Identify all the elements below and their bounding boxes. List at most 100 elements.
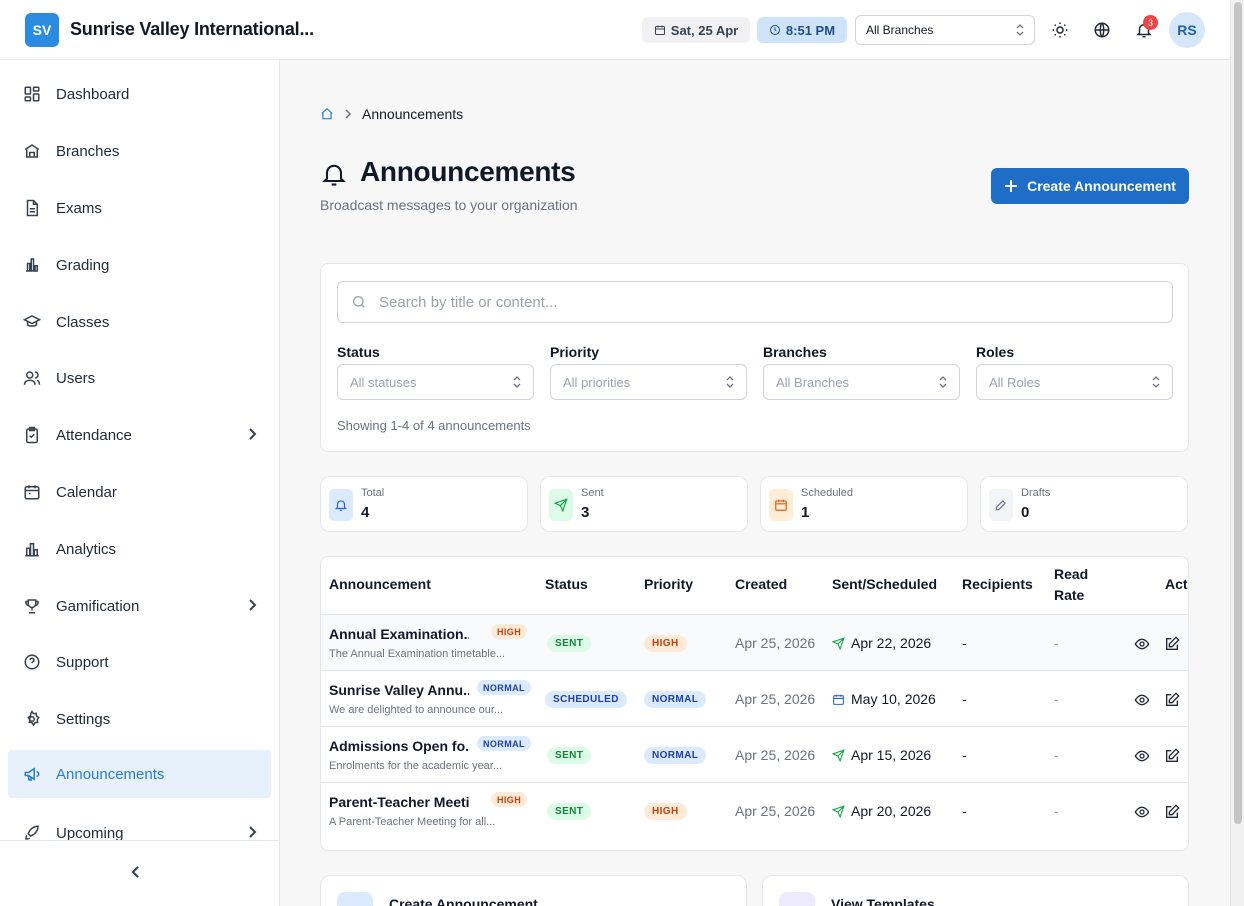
sidebar-item-label: Branches bbox=[56, 142, 120, 160]
created-date: Apr 25, 2026 bbox=[735, 691, 816, 707]
scrollbar-thumb[interactable] bbox=[1234, 2, 1242, 824]
recipients-value: - bbox=[962, 747, 967, 763]
sun-icon[interactable] bbox=[1048, 18, 1072, 42]
recipients-value: - bbox=[962, 635, 967, 651]
read-rate-value: - bbox=[1054, 691, 1059, 707]
table-row[interactable]: Sunrise Valley Annu... NORMAL We are del… bbox=[321, 671, 1188, 727]
filter-card: Search by title or content... Status All… bbox=[320, 263, 1189, 452]
sidebar-item-exams[interactable]: Exams bbox=[8, 184, 271, 232]
clock-icon bbox=[769, 24, 781, 36]
branch-select[interactable]: All Branches bbox=[855, 15, 1035, 45]
column-header-announcement[interactable]: Announcement bbox=[329, 574, 431, 595]
sidebar-item-analytics[interactable]: Analytics bbox=[8, 525, 271, 573]
eye-icon[interactable] bbox=[1134, 804, 1150, 820]
notification-count-badge: 3 bbox=[1143, 15, 1158, 30]
branches-filter-value: All Branches bbox=[776, 374, 849, 390]
sidebar-item-users[interactable]: Users bbox=[8, 354, 271, 402]
announcement-title[interactable]: Annual Examination... bbox=[329, 626, 469, 642]
sidebar-item-classes[interactable]: Classes bbox=[8, 298, 271, 346]
priority-badge: HIGH bbox=[644, 635, 687, 652]
quick-action-label: Create Announcement bbox=[389, 896, 538, 906]
gear-icon bbox=[23, 710, 41, 728]
sidebar-item-support[interactable]: Support bbox=[8, 638, 271, 686]
announcement-title[interactable]: Sunrise Valley Annu... bbox=[329, 682, 469, 698]
table-row[interactable]: Annual Examination... HIGH The Annual Ex… bbox=[321, 615, 1188, 671]
table-header: Announcement Status Priority Created Sen… bbox=[321, 557, 1189, 615]
recipients-value: - bbox=[962, 691, 967, 707]
stat-card-drafts[interactable]: Drafts 0 bbox=[980, 476, 1188, 532]
eye-icon[interactable] bbox=[1134, 748, 1150, 764]
column-header-status[interactable]: Status bbox=[545, 574, 588, 595]
sent-date: Apr 22, 2026 bbox=[832, 635, 931, 651]
home-icon[interactable] bbox=[320, 107, 334, 121]
avatar[interactable]: RS bbox=[1169, 12, 1205, 48]
sent-date: Apr 20, 2026 bbox=[832, 803, 931, 819]
eye-icon[interactable] bbox=[1134, 692, 1150, 708]
column-header-recipients[interactable]: Recipients bbox=[962, 574, 1033, 595]
status-badge: SCHEDULED bbox=[545, 691, 627, 708]
chevron-updown-icon bbox=[1152, 376, 1160, 388]
roles-filter-value: All Roles bbox=[989, 374, 1041, 390]
table-row[interactable]: Admissions Open fo... NORMAL Enrolments … bbox=[321, 727, 1188, 783]
eye-icon[interactable] bbox=[1134, 636, 1150, 652]
quick-action-view-templates[interactable]: View Templates bbox=[762, 875, 1189, 906]
date-text: Sat, 25 Apr bbox=[670, 22, 739, 38]
status-badge: SENT bbox=[547, 803, 592, 820]
sidebar-footer bbox=[0, 840, 279, 906]
priority-filter-select[interactable]: All priorities bbox=[550, 364, 747, 400]
sidebar-item-gamification[interactable]: Gamification bbox=[8, 582, 271, 630]
announcement-title[interactable]: Admissions Open fo... bbox=[329, 738, 469, 754]
send-icon bbox=[832, 748, 845, 762]
sidebar-item-branches[interactable]: Branches bbox=[8, 127, 271, 175]
sidebar-item-grading[interactable]: Grading bbox=[8, 241, 271, 289]
sidebar-item-label: Attendance bbox=[56, 426, 132, 444]
status-filter-value: All statuses bbox=[350, 374, 417, 390]
sidebar-item-attendance[interactable]: Attendance bbox=[8, 411, 271, 459]
globe-icon[interactable] bbox=[1090, 18, 1114, 42]
document-icon bbox=[23, 199, 41, 217]
quick-action-create-announcement[interactable]: Create Announcement bbox=[320, 875, 747, 906]
sidebar-item-calendar[interactable]: Calendar bbox=[8, 468, 271, 516]
create-announcement-button[interactable]: Create Announcement bbox=[991, 168, 1189, 204]
column-header-sent-scheduled[interactable]: Sent/Scheduled bbox=[832, 574, 937, 595]
chevron-right-icon bbox=[247, 825, 257, 839]
table-row[interactable]: Parent-Teacher Meeti... HIGH A Parent-Te… bbox=[321, 783, 1188, 839]
bell-icon bbox=[329, 489, 353, 521]
branches-filter-select[interactable]: All Branches bbox=[763, 364, 960, 400]
edit-icon[interactable] bbox=[1164, 636, 1180, 652]
edit-icon[interactable] bbox=[1164, 804, 1180, 820]
edit-icon[interactable] bbox=[1164, 692, 1180, 708]
stat-card-scheduled[interactable]: Scheduled 1 bbox=[760, 476, 968, 532]
sidebar-item-settings[interactable]: Settings bbox=[8, 695, 271, 743]
stat-card-total[interactable]: Total 4 bbox=[320, 476, 528, 532]
stat-value: 3 bbox=[581, 504, 590, 521]
sidebar-item-dashboard[interactable]: Dashboard bbox=[8, 70, 271, 118]
bell-icon bbox=[320, 160, 348, 188]
stat-value: 0 bbox=[1021, 504, 1030, 521]
column-header-created[interactable]: Created bbox=[735, 574, 787, 595]
send-icon bbox=[832, 804, 845, 818]
search-input[interactable]: Search by title or content... bbox=[337, 281, 1173, 323]
priority-filter-label: Priority bbox=[550, 344, 600, 360]
sidebar-item-announcements[interactable]: Announcements bbox=[8, 750, 271, 798]
collapse-sidebar-icon[interactable] bbox=[130, 865, 142, 879]
chevron-right-icon bbox=[344, 109, 352, 119]
page-scrollbar[interactable] bbox=[1230, 0, 1244, 906]
stat-card-sent[interactable]: Sent 3 bbox=[540, 476, 748, 532]
announcement-title[interactable]: Parent-Teacher Meeti... bbox=[329, 794, 469, 810]
column-header-read-rate[interactable]: Read Rate bbox=[1054, 564, 1104, 606]
column-header-priority[interactable]: Priority bbox=[644, 574, 693, 595]
time-text: 8:51 PM bbox=[785, 22, 836, 38]
page-subtitle: Broadcast messages to your organization bbox=[320, 197, 578, 213]
search-icon bbox=[351, 294, 367, 310]
calendar-icon bbox=[23, 483, 41, 501]
edit-icon[interactable] bbox=[1164, 748, 1180, 764]
org-logo[interactable]: SV bbox=[25, 13, 59, 47]
column-header-actions: Acti bbox=[1165, 576, 1189, 592]
status-filter-select[interactable]: All statuses bbox=[337, 364, 534, 400]
org-name[interactable]: Sunrise Valley International... bbox=[70, 19, 314, 40]
sidebar-item-label: Announcements bbox=[56, 765, 165, 783]
calendar-icon bbox=[769, 489, 793, 521]
roles-filter-select[interactable]: All Roles bbox=[976, 364, 1173, 400]
priority-badge: NORMAL bbox=[477, 736, 531, 751]
